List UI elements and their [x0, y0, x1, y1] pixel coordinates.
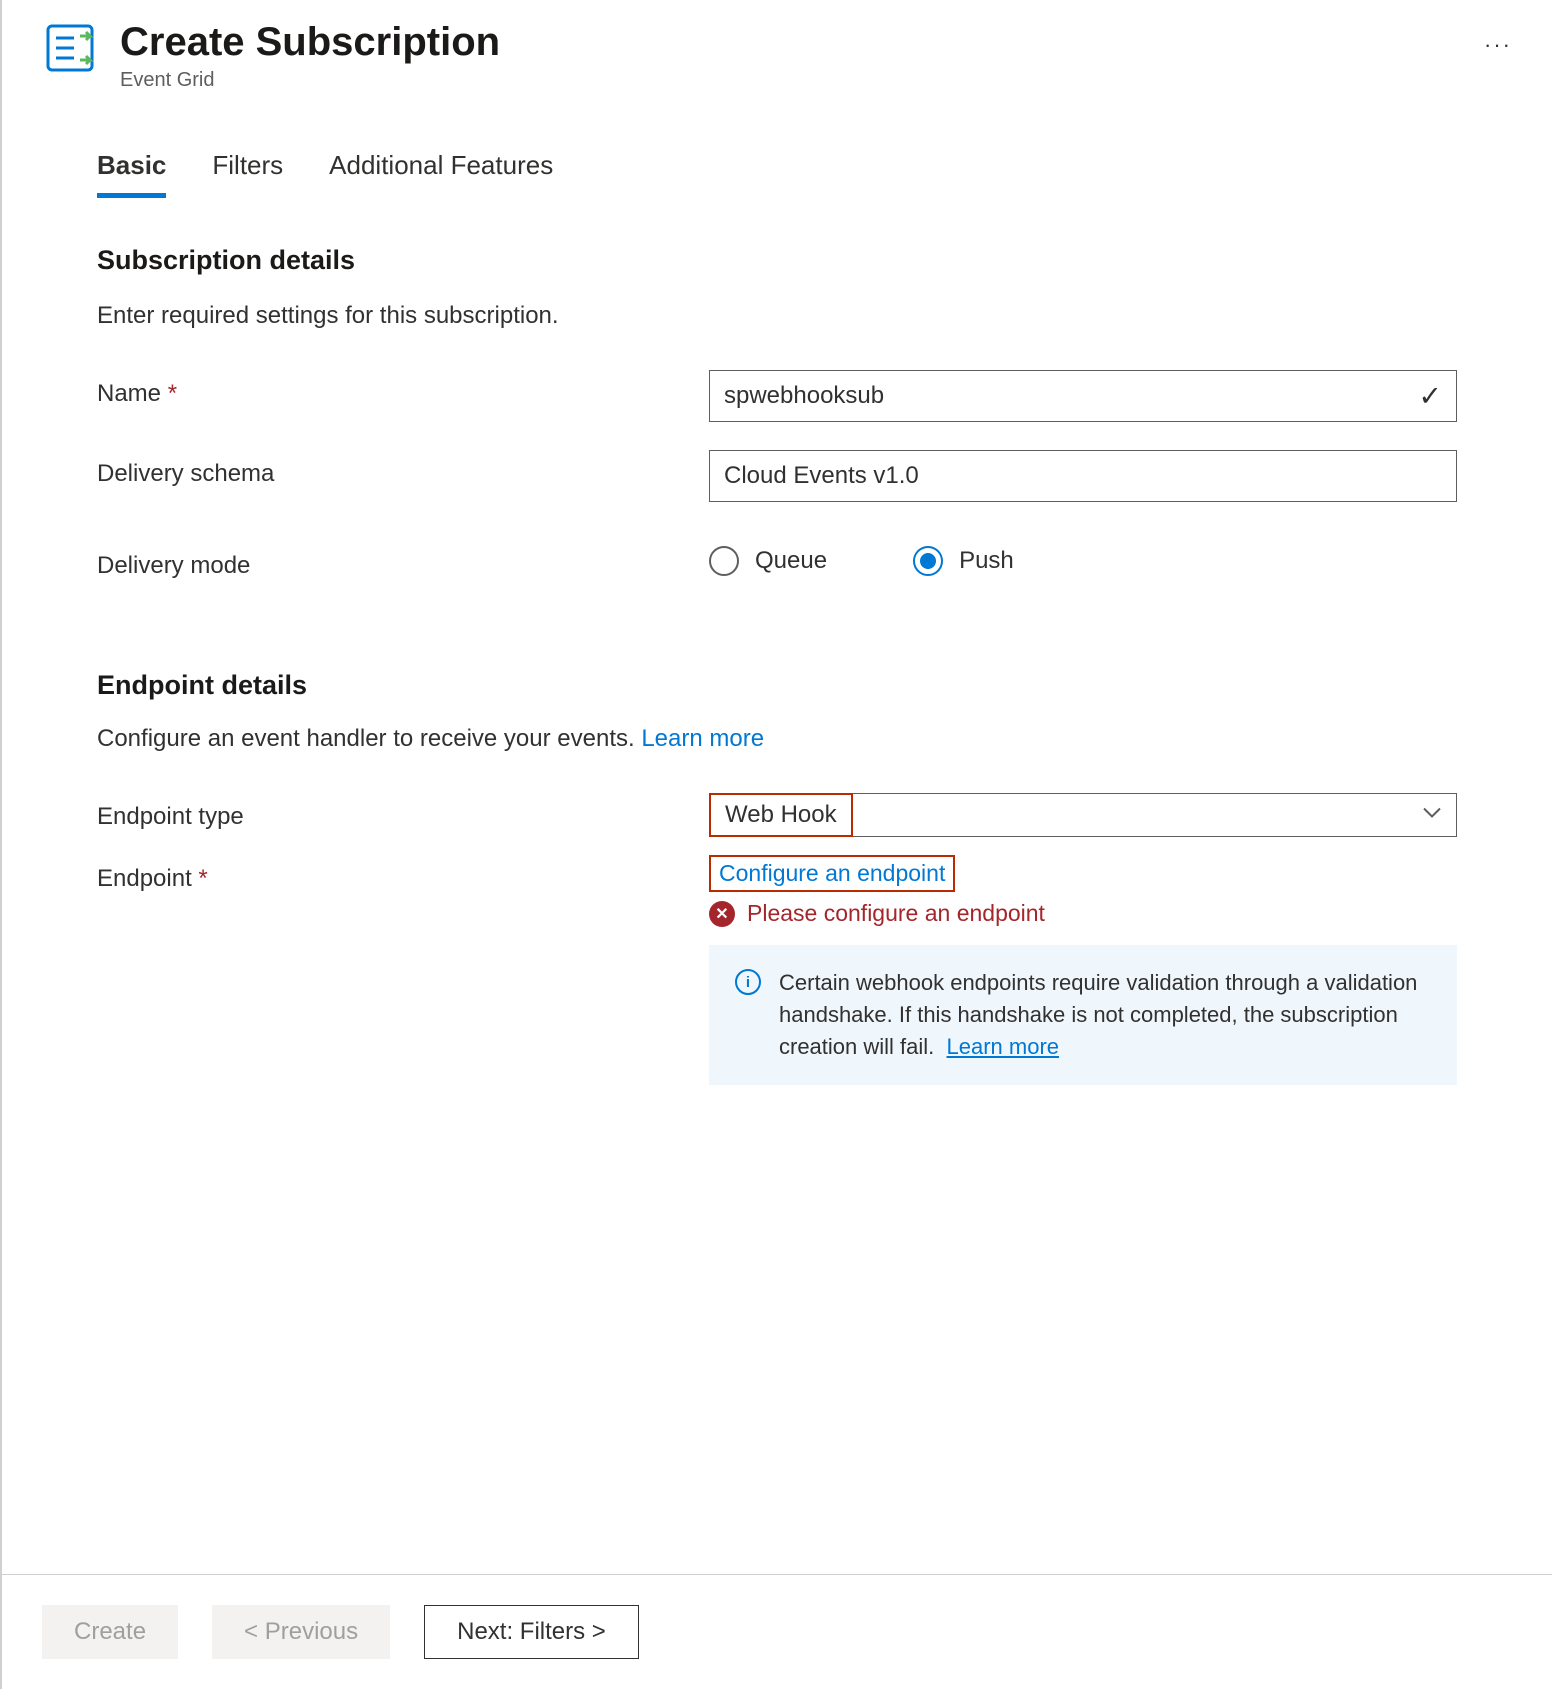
subscription-details-desc: Enter required settings for this subscri…: [97, 302, 1457, 330]
error-icon: [709, 901, 735, 927]
radio-icon: [913, 546, 943, 576]
endpoint-error-text: Please configure an endpoint: [747, 900, 1045, 927]
previous-button[interactable]: < Previous: [212, 1605, 390, 1659]
page-subtitle: Event Grid: [120, 69, 1452, 92]
chevron-down-icon: [1422, 806, 1442, 825]
webhook-info-box: i Certain webhook endpoints require vali…: [709, 945, 1457, 1085]
endpoint-label: Endpoint *: [97, 855, 709, 893]
tab-basic[interactable]: Basic: [97, 150, 166, 198]
wizard-footer: Create < Previous Next: Filters >: [2, 1574, 1552, 1689]
delivery-schema-select[interactable]: Cloud Events v1.0: [709, 450, 1457, 502]
info-icon: i: [735, 969, 761, 995]
delivery-mode-push-radio[interactable]: Push: [913, 546, 1014, 576]
endpoint-details-heading: Endpoint details: [97, 670, 1457, 701]
endpoint-learn-more-link[interactable]: Learn more: [641, 725, 764, 752]
webhook-info-learn-more-link[interactable]: Learn more: [947, 1034, 1060, 1059]
next-button[interactable]: Next: Filters >: [424, 1605, 639, 1659]
endpoint-type-select[interactable]: Web Hook: [709, 793, 1457, 837]
tab-filters[interactable]: Filters: [212, 150, 283, 198]
delivery-mode-label: Delivery mode: [97, 542, 709, 580]
checkmark-icon: ✓: [1419, 380, 1442, 413]
delivery-mode-queue-radio[interactable]: Queue: [709, 546, 827, 576]
subscription-details-heading: Subscription details: [97, 245, 1457, 276]
radio-icon: [709, 546, 739, 576]
page-header: Create Subscription Event Grid ···: [2, 0, 1552, 92]
create-button[interactable]: Create: [42, 1605, 178, 1659]
endpoint-details-desc: Configure an event handler to receive yo…: [97, 725, 1457, 753]
more-actions-icon[interactable]: ···: [1484, 32, 1512, 58]
endpoint-type-label: Endpoint type: [97, 793, 709, 831]
eventgrid-icon: [42, 20, 98, 81]
name-label: Name *: [97, 370, 709, 408]
configure-endpoint-link[interactable]: Configure an endpoint: [709, 855, 955, 892]
name-input[interactable]: spwebhooksub ✓: [709, 370, 1457, 422]
tab-bar: Basic Filters Additional Features: [97, 150, 1457, 199]
page-title: Create Subscription: [120, 20, 1452, 65]
tab-additional-features[interactable]: Additional Features: [329, 150, 553, 198]
delivery-schema-label: Delivery schema: [97, 450, 709, 488]
